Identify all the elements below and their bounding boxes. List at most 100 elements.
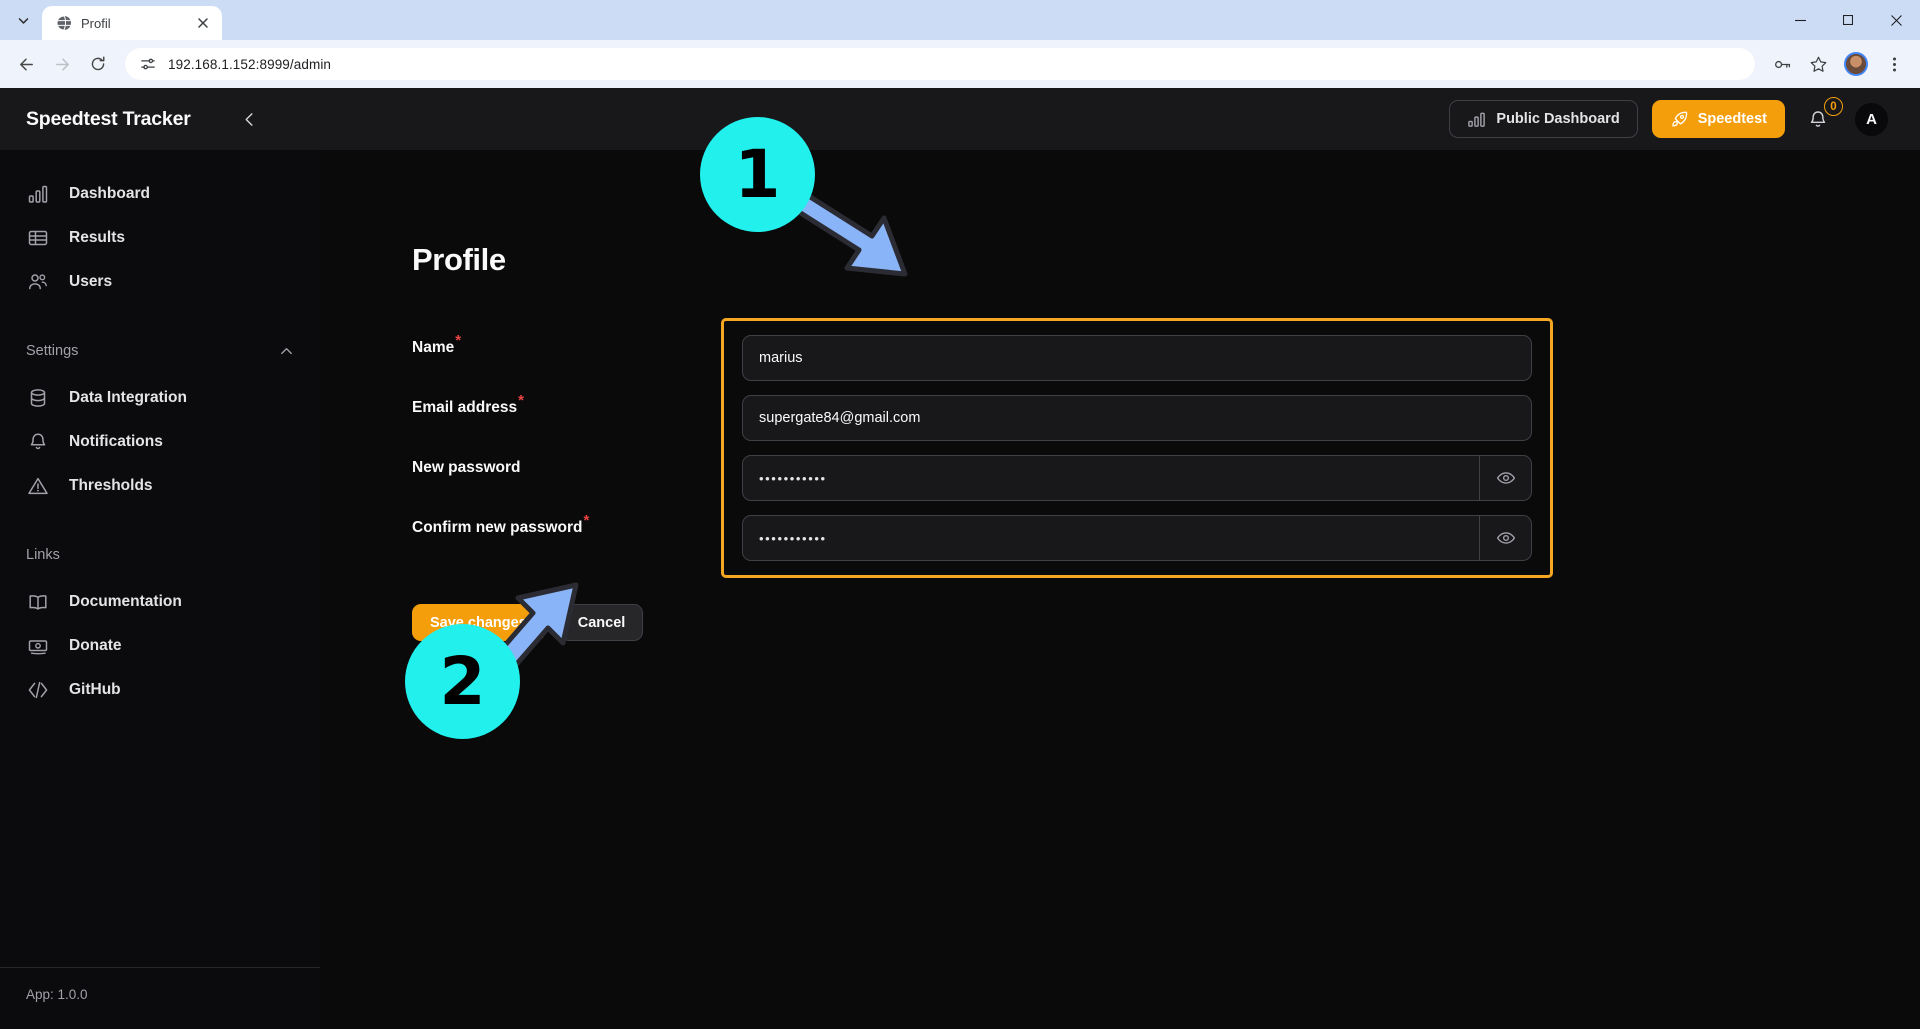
page-title: Profile xyxy=(412,242,1920,278)
tune-icon[interactable] xyxy=(139,55,157,73)
speedtest-button[interactable]: Speedtest xyxy=(1652,100,1785,138)
required-asterisk: * xyxy=(455,332,461,349)
tab-title: Profil xyxy=(81,16,184,31)
browser-toolbar: 192.168.1.152:8999/admin xyxy=(0,40,1920,88)
eye-icon[interactable] xyxy=(1479,516,1531,560)
database-icon xyxy=(26,387,49,410)
maximize-icon[interactable] xyxy=(1824,0,1872,40)
close-icon[interactable] xyxy=(1872,0,1920,40)
form-actions: Save changes Cancel xyxy=(412,604,1920,641)
reload-icon[interactable] xyxy=(82,48,114,80)
sidebar: Dashboard Results Users Settings xyxy=(0,150,320,1029)
browser-tab[interactable]: Profil xyxy=(42,6,222,40)
required-asterisk: * xyxy=(518,392,524,409)
sidebar-item-thresholds[interactable]: Thresholds xyxy=(0,464,320,508)
sidebar-item-label: GitHub xyxy=(69,681,121,699)
notification-count-badge: 0 xyxy=(1824,97,1843,116)
sidebar-item-label: Results xyxy=(69,229,125,247)
application: Speedtest Tracker Public Dashboard Speed… xyxy=(0,88,1920,1029)
field-row-new-password: ••••••••••• xyxy=(742,455,1532,501)
app-brand: Speedtest Tracker xyxy=(26,108,191,131)
field-label-text: Name xyxy=(412,339,454,357)
field-row-confirm-password: ••••••••••• xyxy=(742,515,1532,561)
users-icon xyxy=(26,271,49,294)
close-icon[interactable] xyxy=(193,14,212,33)
back-arrow-icon[interactable] xyxy=(10,48,42,80)
new-password-input-value: ••••••••••• xyxy=(743,471,1479,486)
table-icon xyxy=(26,227,49,250)
sidebar-item-documentation[interactable]: Documentation xyxy=(0,580,320,624)
save-changes-button[interactable]: Save changes xyxy=(412,604,545,641)
sidebar-item-label: Documentation xyxy=(69,593,182,611)
sidebar-item-notifications[interactable]: Notifications xyxy=(0,420,320,464)
sidebar-item-data-integration[interactable]: Data Integration xyxy=(0,376,320,420)
sidebar-item-label: Data Integration xyxy=(69,389,187,407)
main-content: Profile Name* Email address* New passwor… xyxy=(320,150,1920,1029)
label-confirm-password: Confirm new password* xyxy=(412,498,720,558)
star-icon[interactable] xyxy=(1802,48,1834,80)
label-name: Name* xyxy=(412,318,720,378)
form-fields-highlighted-region: marius supergate84@gmail.com ••••••••••• xyxy=(721,318,1553,578)
app-version-label: App: 1.0.0 xyxy=(26,987,88,1002)
sidebar-item-github[interactable]: GitHub xyxy=(0,668,320,712)
chevron-left-icon[interactable] xyxy=(233,102,267,136)
email-input-value: supergate84@gmail.com xyxy=(743,410,1531,426)
browser-profile-avatar[interactable] xyxy=(1844,52,1868,76)
form-labels: Name* Email address* New password Confir… xyxy=(320,318,720,578)
key-icon[interactable] xyxy=(1766,48,1798,80)
field-row-name: marius xyxy=(742,335,1532,381)
sidebar-group-links: Links xyxy=(0,536,320,574)
url-text: 192.168.1.152:8999/admin xyxy=(168,57,331,72)
three-dot-menu-icon[interactable] xyxy=(1878,48,1910,80)
confirm-password-input-value: ••••••••••• xyxy=(743,531,1479,546)
sidebar-group-title: Settings xyxy=(26,343,279,359)
minimize-icon[interactable] xyxy=(1776,0,1824,40)
field-label-text: Confirm new password xyxy=(412,519,583,537)
label-new-password: New password xyxy=(412,438,720,498)
sidebar-item-users[interactable]: Users xyxy=(0,260,320,304)
globe-icon xyxy=(55,15,72,32)
chevron-up-icon[interactable] xyxy=(279,344,294,359)
field-label-text: Email address xyxy=(412,399,517,417)
public-dashboard-label: Public Dashboard xyxy=(1496,111,1619,127)
sidebar-item-label: Donate xyxy=(69,637,122,655)
name-input-value: marius xyxy=(743,350,1531,366)
sidebar-item-results[interactable]: Results xyxy=(0,216,320,260)
notifications-button[interactable]: 0 xyxy=(1807,104,1833,134)
label-email: Email address* xyxy=(412,378,720,438)
window-controls xyxy=(1776,0,1920,40)
sidebar-footer: App: 1.0.0 xyxy=(0,967,320,1029)
bell-icon xyxy=(26,431,49,454)
banknote-icon xyxy=(26,635,49,658)
address-bar[interactable]: 192.168.1.152:8999/admin xyxy=(125,48,1755,80)
email-input[interactable]: supergate84@gmail.com xyxy=(742,395,1532,441)
sidebar-item-donate[interactable]: Donate xyxy=(0,624,320,668)
browser-window: Profil xyxy=(0,0,1920,1029)
sidebar-item-label: Dashboard xyxy=(69,185,150,203)
required-asterisk: * xyxy=(584,512,590,529)
sidebar-item-dashboard[interactable]: Dashboard xyxy=(0,172,320,216)
eye-icon[interactable] xyxy=(1479,456,1531,500)
tab-search-icon[interactable] xyxy=(6,3,40,37)
rocket-icon xyxy=(1670,110,1689,129)
confirm-password-input[interactable]: ••••••••••• xyxy=(742,515,1532,561)
sidebar-settings-items: Data Integration Notifications Threshold… xyxy=(0,370,320,508)
warning-triangle-icon xyxy=(26,475,49,498)
book-icon xyxy=(26,591,49,614)
speedtest-label: Speedtest xyxy=(1698,111,1767,127)
bar-chart-icon xyxy=(26,183,49,206)
cancel-button[interactable]: Cancel xyxy=(560,604,644,641)
public-dashboard-button[interactable]: Public Dashboard xyxy=(1449,100,1637,138)
bar-chart-icon xyxy=(1467,110,1486,129)
app-header: Speedtest Tracker Public Dashboard Speed… xyxy=(0,88,1920,150)
field-label-text: New password xyxy=(412,459,521,477)
app-body: Dashboard Results Users Settings xyxy=(0,150,1920,1029)
sidebar-group-settings[interactable]: Settings xyxy=(0,332,320,370)
sidebar-links-items: Documentation Donate GitHub xyxy=(0,574,320,712)
sidebar-item-label: Notifications xyxy=(69,433,163,451)
user-avatar[interactable]: A xyxy=(1855,103,1888,136)
sidebar-item-label: Users xyxy=(69,273,112,291)
new-password-input[interactable]: ••••••••••• xyxy=(742,455,1532,501)
field-row-email: supergate84@gmail.com xyxy=(742,395,1532,441)
name-input[interactable]: marius xyxy=(742,335,1532,381)
